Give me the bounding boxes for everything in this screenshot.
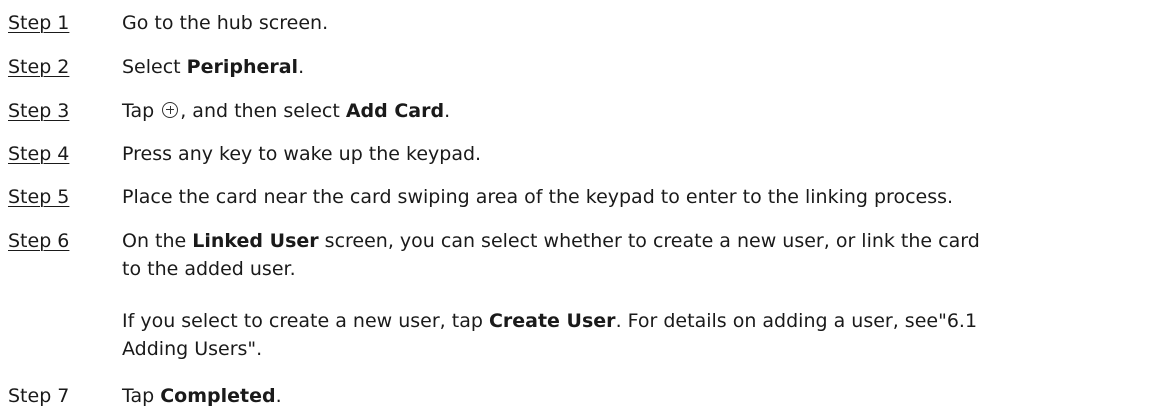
step-label[interactable]: Step 1 <box>8 10 69 36</box>
ui-term: Create User <box>488 310 616 332</box>
step-6-note-link[interactable]: Adding Users". <box>122 336 1158 362</box>
ui-term: Peripheral <box>186 56 299 78</box>
ui-term: Linked User <box>192 230 319 252</box>
step-6-note: If you select to create a new user, tap … <box>122 310 978 332</box>
plus-circle-icon <box>162 102 179 118</box>
step-label[interactable]: Step 3 <box>8 98 69 124</box>
step-label[interactable]: Step 6 <box>8 228 69 254</box>
ui-term: Add Card <box>345 100 445 122</box>
step-label: Step 7 <box>8 385 70 407</box>
step-text: Go to the hub screen. <box>122 12 329 34</box>
step-label[interactable]: Step 2 <box>8 54 69 80</box>
ui-term: Completed <box>160 385 276 407</box>
step-text: Place the card near the card swiping are… <box>122 186 954 208</box>
step-label[interactable]: Step 4 <box>8 141 69 167</box>
step-label[interactable]: Step 5 <box>8 184 69 210</box>
step-text: Tap , and then select Add Card. <box>122 100 451 122</box>
step-text: Tap Completed. <box>122 385 282 407</box>
step-text: Press any key to wake up the keypad. <box>122 143 482 165</box>
step-6-continuation: to the added user. <box>122 258 296 280</box>
step-text: Select Peripheral. <box>122 56 305 78</box>
step-text: On the Linked User screen, you can selec… <box>122 230 980 252</box>
